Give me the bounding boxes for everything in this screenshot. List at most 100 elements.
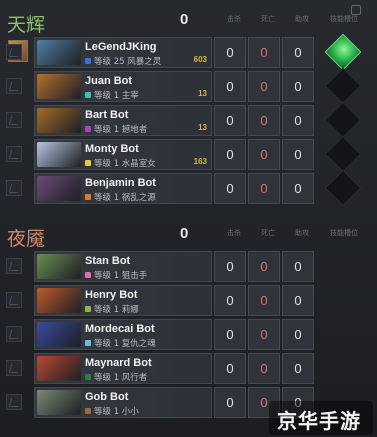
- player-row[interactable]: Gob Bot 等级 1 小小 0 0 0: [4, 387, 314, 418]
- deaths-value: 0: [248, 251, 280, 282]
- hero-level: 等级 1 莉娜: [85, 303, 139, 315]
- hero-portrait: [37, 322, 81, 347]
- player-rank-badge: 13: [198, 89, 207, 98]
- hero-card[interactable]: Maynard Bot 等级 1 风行者: [34, 353, 212, 384]
- deaths-value: 0: [248, 353, 280, 384]
- assists-value: 0: [282, 319, 314, 350]
- deaths-value: 0: [248, 71, 280, 102]
- hero-portrait: [37, 108, 81, 133]
- deaths-value: 0: [248, 37, 280, 68]
- player-row[interactable]: Bart Bot 等级 1 撼地者 13 0 0 0: [4, 105, 314, 136]
- hero-card[interactable]: LeGendJKing 等级 25 风暴之灵 603: [34, 37, 212, 68]
- hero-level-text: 等级 1 撼地者: [94, 125, 148, 135]
- player-name: Bart Bot: [85, 109, 129, 121]
- hero-card[interactable]: Monty Bot 等级 1 水晶室女 163: [34, 139, 212, 170]
- hero-level-text: 等级 1 小小: [94, 407, 139, 417]
- player-name: LeGendJKing: [85, 41, 157, 53]
- hero-card[interactable]: Gob Bot 等级 1 小小: [34, 387, 212, 418]
- player-name: Stan Bot: [85, 255, 131, 267]
- mute-icon[interactable]: [6, 292, 22, 308]
- player-name: Monty Bot: [85, 143, 139, 155]
- mute-icon[interactable]: [6, 258, 22, 274]
- kills-value: 0: [214, 139, 246, 170]
- hero-card[interactable]: Henry Bot 等级 1 莉娜: [34, 285, 212, 316]
- hero-portrait: [37, 390, 81, 415]
- mute-icon[interactable]: [6, 78, 22, 94]
- assists-header: 助攻: [295, 16, 309, 23]
- kills-value: 0: [214, 387, 246, 418]
- player-row[interactable]: Monty Bot 等级 1 水晶室女 163 0 0 0: [4, 139, 314, 170]
- empty-slot-icon[interactable]: [324, 101, 362, 139]
- assists-value: 0: [282, 173, 314, 204]
- player-color-icon: [85, 58, 91, 64]
- hero-portrait: [37, 40, 81, 65]
- player-color-icon: [85, 92, 91, 98]
- hero-card[interactable]: Juan Bot 等级 1 主宰 13: [34, 71, 212, 102]
- mute-icon[interactable]: [6, 44, 22, 60]
- hero-card[interactable]: Bart Bot 等级 1 撼地者 13: [34, 105, 212, 136]
- deaths-value: 0: [248, 319, 280, 350]
- hero-card[interactable]: Mordecai Bot 等级 1 复仇之魂: [34, 319, 212, 350]
- hero-level: 等级 1 水晶室女: [85, 157, 156, 169]
- empty-slot-icon[interactable]: [324, 169, 362, 207]
- kills-value: 0: [214, 173, 246, 204]
- mute-icon[interactable]: [6, 394, 22, 410]
- hero-level-text: 等级 1 主宰: [94, 91, 139, 101]
- hero-level: 等级 1 小小: [85, 405, 139, 417]
- hero-level-text: 等级 1 复仇之魂: [94, 339, 156, 349]
- kills-value: 0: [214, 285, 246, 316]
- hero-level-text: 等级 25 风暴之灵: [94, 57, 162, 67]
- hero-portrait: [37, 176, 81, 201]
- player-rank-badge: 13: [198, 123, 207, 132]
- deaths-value: 0: [248, 173, 280, 204]
- player-color-icon: [85, 126, 91, 132]
- player-row[interactable]: Benjamin Bot 等级 1 祸乱之源 0 0 0: [4, 173, 314, 204]
- player-row[interactable]: Henry Bot 等级 1 莉娜 0 0 0: [4, 285, 314, 316]
- deaths-value: 0: [248, 105, 280, 136]
- empty-slot-icon[interactable]: [324, 135, 362, 173]
- player-name: Maynard Bot: [85, 357, 152, 369]
- hero-level-text: 等级 1 莉娜: [94, 305, 139, 315]
- hero-portrait: [37, 74, 81, 99]
- player-row[interactable]: Mordecai Bot 等级 1 复仇之魂 0 0 0: [4, 319, 314, 350]
- kills-value: 0: [214, 251, 246, 282]
- player-row[interactable]: LeGendJKing 等级 25 风暴之灵 603 0 0 0: [4, 37, 314, 68]
- empty-slot-icon[interactable]: [324, 67, 362, 105]
- assists-value: 0: [282, 71, 314, 102]
- hero-card[interactable]: Stan Bot 等级 1 狙击手: [34, 251, 212, 282]
- deaths-value: 0: [248, 285, 280, 316]
- player-color-icon: [85, 340, 91, 346]
- player-row[interactable]: Stan Bot 等级 1 狙击手 0 0 0: [4, 251, 314, 282]
- kills-header: 击杀: [227, 16, 241, 23]
- deaths-header: 死亡: [261, 230, 275, 237]
- player-name: Mordecai Bot: [85, 323, 155, 335]
- mute-icon[interactable]: [6, 360, 22, 376]
- player-rank-badge: 163: [193, 157, 207, 166]
- gem-slot-icon[interactable]: [324, 33, 362, 71]
- player-color-icon: [85, 408, 91, 414]
- mute-icon[interactable]: [6, 112, 22, 128]
- assists-value: 0: [282, 251, 314, 282]
- hero-level: 等级 25 风暴之灵: [85, 55, 161, 67]
- player-color-icon: [85, 374, 91, 380]
- mute-icon[interactable]: [6, 326, 22, 342]
- player-color-icon: [85, 272, 91, 278]
- hero-level-text: 等级 1 水晶室女: [94, 159, 156, 169]
- hero-level-text: 等级 1 风行者: [94, 373, 148, 383]
- mute-icon[interactable]: [6, 180, 22, 196]
- player-color-icon: [85, 306, 91, 312]
- watermark: 京华手游: [269, 401, 373, 435]
- kills-value: 0: [214, 319, 246, 350]
- slot-header: 技能槽位: [330, 16, 358, 23]
- radiant-header: 天辉 0 击杀 死亡 助攻 技能槽位: [0, 8, 377, 38]
- assists-value: 0: [282, 139, 314, 170]
- player-row[interactable]: Juan Bot 等级 1 主宰 13 0 0 0: [4, 71, 314, 102]
- player-color-icon: [85, 194, 91, 200]
- kills-value: 0: [214, 71, 246, 102]
- hero-card[interactable]: Benjamin Bot 等级 1 祸乱之源: [34, 173, 212, 204]
- player-row[interactable]: Maynard Bot 等级 1 风行者 0 0 0: [4, 353, 314, 384]
- player-name: Henry Bot: [85, 289, 138, 301]
- assists-value: 0: [282, 353, 314, 384]
- mute-icon[interactable]: [6, 146, 22, 162]
- deaths-header: 死亡: [261, 16, 275, 23]
